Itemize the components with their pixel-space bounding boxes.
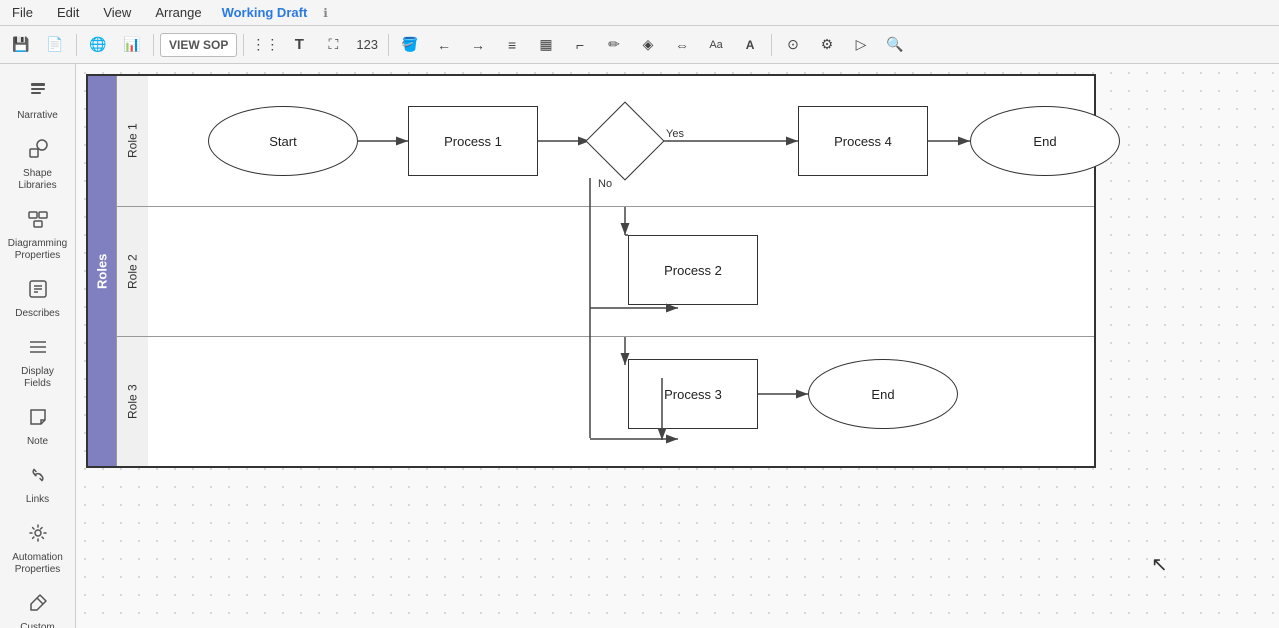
main-area: Narrative Shape Libraries Diagramming Pr… [0,64,1279,628]
end1-shape[interactable]: End [970,106,1120,176]
lane1-content[interactable]: Start Process 1 [148,76,1094,206]
sidebar-item-links[interactable]: Links [3,456,73,514]
display-fields-label: Display Fields [7,366,69,390]
describes-label: Describes [15,308,59,320]
roles-label: Roles [88,76,116,466]
narrative-icon [27,80,49,106]
sidebar-item-narrative[interactable]: Narrative [3,72,73,130]
toolbar-pen-btn[interactable]: ✏ [599,31,629,59]
info-icon: ℹ [323,6,328,20]
process3-shape[interactable]: Process 3 [628,359,758,429]
shape-libraries-icon [27,138,49,164]
toolbar-number: 123 [352,37,382,52]
lane-role3-label: Role 3 [116,337,148,466]
end3-shape[interactable]: End [808,359,958,429]
toolbar-text-btn[interactable]: T [284,31,314,59]
sidebar-item-diagramming-properties[interactable]: Diagramming Properties [3,200,73,270]
toolbar: 💾 📄 🌐 📊 VIEW SOP ⋮⋮ T ⛶ 123 🪣 ← → ≡ ▦ ⌐ … [0,26,1279,64]
toolbar-shape-btn[interactable]: ⛶ [318,31,348,59]
sidebar-item-automation-properties[interactable]: Automation Properties [3,514,73,584]
toolbar-font-btn[interactable]: A [735,31,765,59]
toolbar-connect-btn[interactable]: ⇔ [667,31,697,59]
lane3-content[interactable]: Process 3 End [148,337,1094,467]
custom-properties-icon [27,592,49,618]
diagramming-properties-label: Diagramming Properties [7,238,69,262]
sidebar-item-shape-libraries[interactable]: Shape Libraries [3,130,73,200]
toolbar-doc-btn[interactable]: 📄 [40,31,70,59]
diamond-shape[interactable] [590,106,660,176]
sidebar-item-display-fields[interactable]: Display Fields [3,328,73,398]
start-shape[interactable]: Start [208,106,358,176]
automation-properties-icon [27,522,49,548]
automation-properties-label: Automation Properties [7,552,69,576]
no-label: No [598,178,612,190]
toolbar-props-btn[interactable]: ⊙ [778,31,808,59]
note-icon [27,406,49,432]
menu-bar: File Edit View Arrange Working Draft ℹ [0,0,1279,26]
diagram-wrapper: Roles Role 1 [86,74,1096,468]
lane-role3: Role 3 [116,336,1094,466]
process4-shape[interactable]: Process 4 [798,106,928,176]
toolbar-settings-btn[interactable]: ⚙ [812,31,842,59]
links-label: Links [26,494,49,506]
lanes-col: Role 1 [116,76,1094,466]
sidebar-item-custom-properties[interactable]: Custom Properties [3,584,73,628]
narrative-label: Narrative [17,110,58,122]
toolbar-fill-btn[interactable]: 🪣 [395,31,425,59]
cursor: ↖ [1151,552,1168,577]
toolbar-play-btn[interactable]: ▷ [846,31,876,59]
toolbar-fill2-btn[interactable]: ◈ [633,31,663,59]
describes-icon [27,278,49,304]
process2-shape[interactable]: Process 2 [628,235,758,305]
toolbar-globe-btn[interactable]: 🌐 [83,31,113,59]
toolbar-chart-btn[interactable]: 📊 [117,31,147,59]
yes-label: Yes [666,128,684,140]
view-sop-button[interactable]: VIEW SOP [160,33,237,57]
shape-libraries-label: Shape Libraries [7,168,69,192]
menu-edit[interactable]: Edit [53,3,83,22]
toolbar-zoom-btn[interactable]: 🔍 [880,31,910,59]
toolbar-text-aa-btn[interactable]: Aa [701,31,731,59]
diagramming-properties-icon [27,208,49,234]
toolbar-select-btn[interactable]: ⋮⋮ [250,31,280,59]
process1-shape[interactable]: Process 1 [408,106,538,176]
lane-role1: Role 1 [116,76,1094,206]
display-fields-icon [27,336,49,362]
note-label: Note [27,436,48,448]
toolbar-arrow-right-btn[interactable]: → [463,31,493,59]
links-icon [27,464,49,490]
lane-role1-label: Role 1 [116,76,148,206]
menu-view[interactable]: View [99,3,135,22]
toolbar-save-btn[interactable]: 💾 [6,31,36,59]
lane-role2: Role 2 [116,206,1094,336]
sidebar-item-note[interactable]: Note [3,398,73,456]
toolbar-table-btn[interactable]: ▦ [531,31,561,59]
lane-role2-label: Role 2 [116,207,148,336]
canvas-area[interactable]: Roles Role 1 [76,64,1279,628]
toolbar-align-btn[interactable]: ≡ [497,31,527,59]
toolbar-corner-btn[interactable]: ⌐ [565,31,595,59]
toolbar-arrow-left-btn[interactable]: ← [429,31,459,59]
custom-properties-label: Custom Properties [7,622,69,628]
menu-arrange[interactable]: Arrange [151,3,205,22]
sidebar: Narrative Shape Libraries Diagramming Pr… [0,64,76,628]
swimlane-diagram: Roles Role 1 [86,74,1096,468]
lane2-content[interactable]: Process 2 [148,207,1094,337]
working-draft-label: Working Draft [222,5,308,20]
menu-file[interactable]: File [8,3,37,22]
sidebar-item-describes[interactable]: Describes [3,270,73,328]
